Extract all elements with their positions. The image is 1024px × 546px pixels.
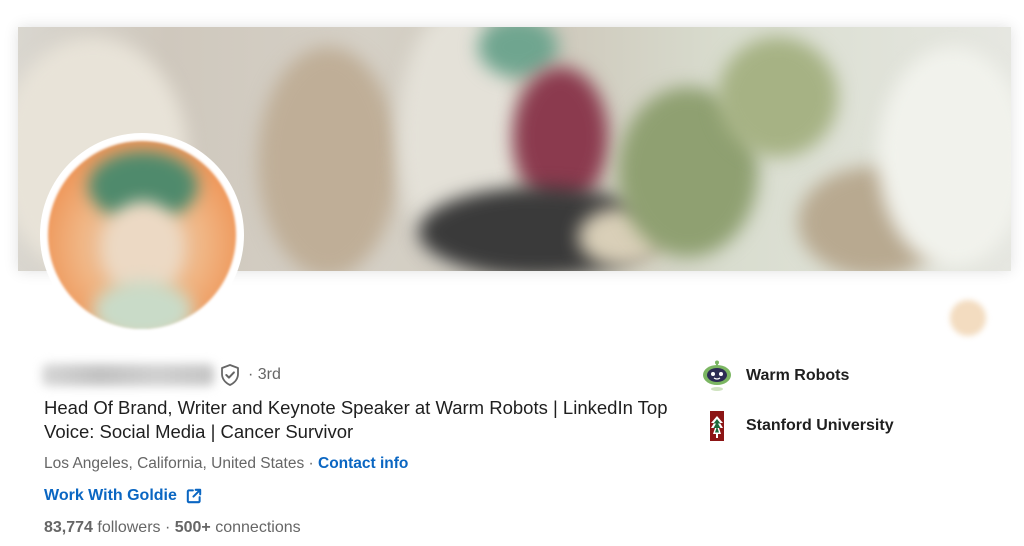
more-actions-button[interactable]	[950, 300, 986, 336]
profile-photo[interactable]	[40, 133, 244, 337]
connection-degree: · 3rd	[248, 366, 281, 383]
education-school[interactable]: Stanford University	[701, 410, 894, 442]
profile-name-redacted	[42, 364, 214, 386]
stats-separator: ·	[160, 519, 175, 536]
location-text: Los Angeles, California, United States	[44, 455, 305, 472]
connections-count[interactable]: 500+	[175, 519, 211, 536]
company-name: Warm Robots	[746, 367, 850, 384]
current-company[interactable]: Warm Robots	[701, 360, 849, 392]
profile-headline: Head Of Brand, Writer and Keynote Speake…	[44, 397, 668, 442]
location-row: Los Angeles, California, United States ·…	[44, 455, 408, 473]
connections-label[interactable]: connections	[211, 519, 300, 536]
school-name: Stanford University	[746, 417, 894, 434]
external-link-icon	[186, 488, 202, 504]
website-link-label: Work With Goldie	[44, 487, 177, 504]
stats-row: 83,774 followers · 500+ connections	[44, 519, 301, 537]
verified-shield-icon[interactable]	[218, 363, 242, 387]
stanford-logo-icon	[710, 411, 724, 441]
contact-info-link[interactable]: Contact info	[318, 455, 408, 472]
website-link[interactable]: Work With Goldie	[44, 487, 203, 505]
warm-robots-logo-icon	[703, 360, 731, 391]
location-separator: ·	[304, 455, 318, 472]
followers-label: followers	[92, 519, 161, 536]
profile-photo-image	[48, 141, 236, 329]
name-row: · 3rd	[40, 359, 281, 391]
followers-count: 83,774	[44, 519, 93, 536]
